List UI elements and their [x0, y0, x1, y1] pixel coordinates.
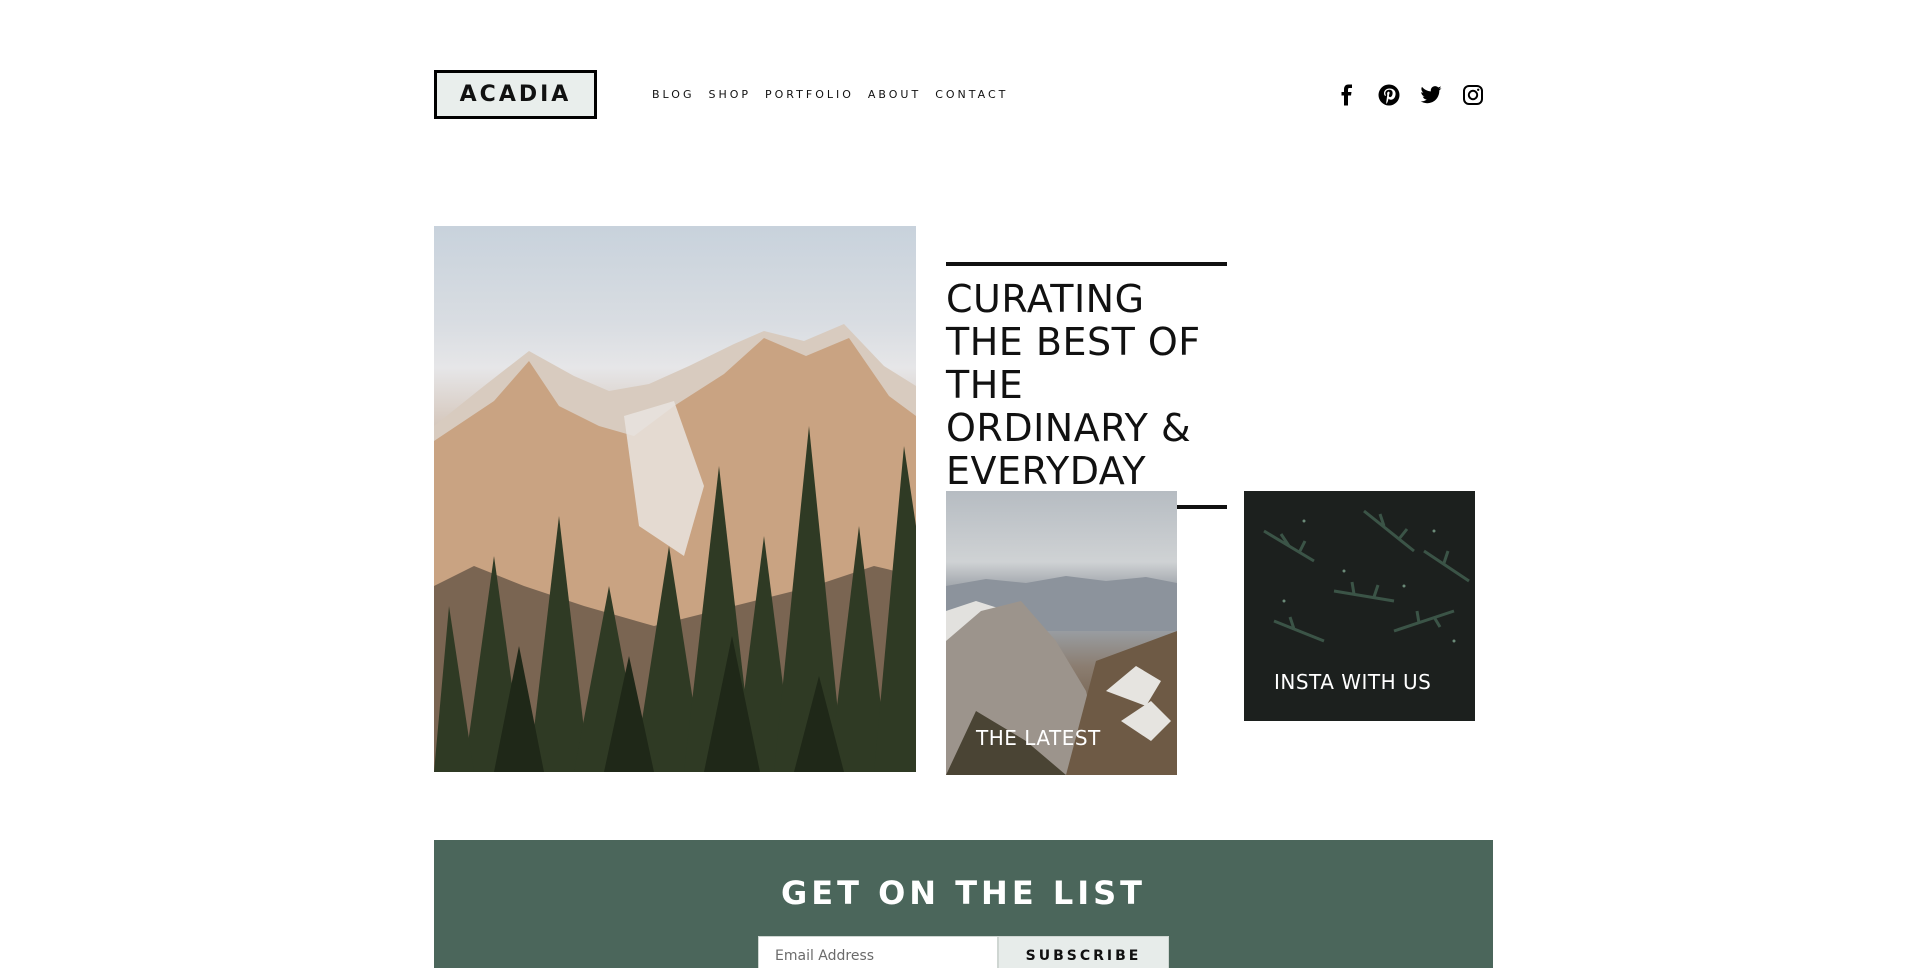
- social-links: [1335, 83, 1485, 107]
- tile-insta-label: INSTA WITH US: [1274, 670, 1432, 694]
- newsletter-title: GET ON THE LIST: [781, 874, 1146, 912]
- main-nav: BLOG SHOP PORTFOLIO ABOUT CONTACT: [652, 88, 1008, 101]
- hero-image-mountains: [434, 226, 916, 772]
- instagram-icon[interactable]: [1461, 83, 1485, 107]
- tile-latest-label: THE LATEST: [976, 726, 1101, 750]
- hero-headline: CURATING THE BEST OF THE ORDINARY & EVER…: [946, 277, 1201, 493]
- site-logo[interactable]: ACADIA: [434, 70, 597, 119]
- twitter-icon[interactable]: [1419, 83, 1443, 107]
- pinterest-icon[interactable]: [1377, 83, 1401, 107]
- tile-the-latest[interactable]: THE LATEST: [946, 491, 1177, 775]
- newsletter-section: GET ON THE LIST SUBSCRIBE: [434, 840, 1493, 968]
- nav-blog[interactable]: BLOG: [652, 88, 694, 101]
- nav-about[interactable]: ABOUT: [868, 88, 921, 101]
- headline-top-rule: [946, 262, 1227, 266]
- nav-shop[interactable]: SHOP: [708, 88, 751, 101]
- facebook-icon[interactable]: [1335, 83, 1359, 107]
- nav-contact[interactable]: CONTACT: [935, 88, 1008, 101]
- subscribe-button[interactable]: SUBSCRIBE: [998, 936, 1169, 968]
- nav-portfolio[interactable]: PORTFOLIO: [765, 88, 854, 101]
- headline-block: CURATING THE BEST OF THE ORDINARY & EVER…: [946, 262, 1227, 509]
- email-field[interactable]: [758, 936, 998, 968]
- tile-insta-with-us[interactable]: INSTA WITH US: [1244, 491, 1475, 721]
